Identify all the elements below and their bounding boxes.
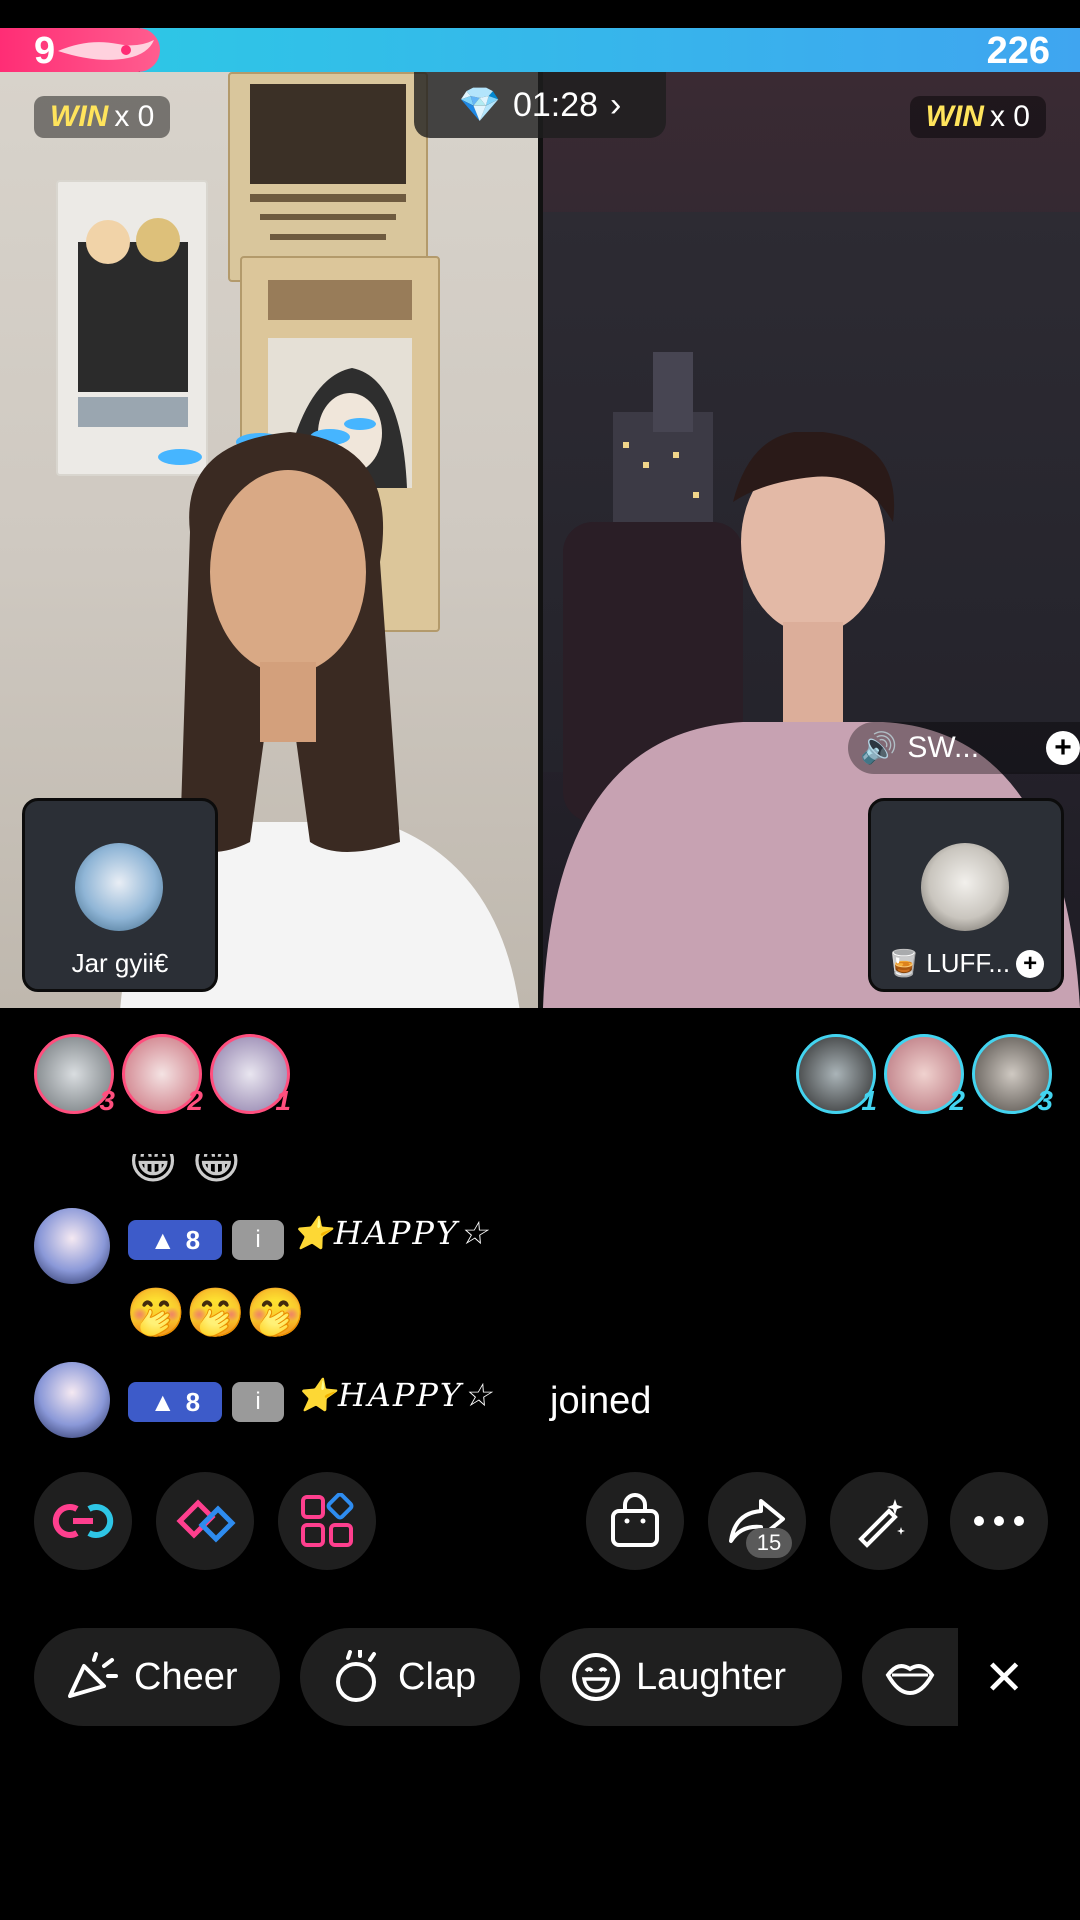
left-supporter-3[interactable]: 3	[34, 1034, 115, 1116]
chat-username[interactable]: ⭐HAPPY☆	[296, 1376, 494, 1414]
right-supporter-3[interactable]: 3	[972, 1034, 1053, 1116]
speaker-icon: 🔊	[860, 731, 898, 765]
left-host-video[interactable]: Jar gyii€	[0, 72, 538, 1008]
level-badge: ▲ 8	[128, 1382, 222, 1422]
right-guest-name: 🥃 LUFF... +	[871, 948, 1061, 979]
sound-label: SW...	[907, 731, 980, 764]
level-triangle-icon: ▲	[149, 1386, 176, 1417]
chat-emoji-fragment: 😁 😁	[128, 1136, 242, 1182]
effects-button[interactable]	[830, 1472, 928, 1570]
chat-avatar[interactable]	[34, 1362, 110, 1438]
apps-button[interactable]	[278, 1472, 376, 1570]
more-button[interactable]	[950, 1472, 1048, 1570]
lips-icon	[885, 1664, 935, 1696]
clap-chip[interactable]: Clap	[300, 1628, 520, 1726]
fan-heart-badge: i	[232, 1220, 284, 1260]
chat-username[interactable]: ⭐HAPPY☆	[292, 1214, 490, 1252]
left-win-badge: WIN x 0	[34, 96, 171, 138]
level-badge: ▲ 8	[128, 1220, 222, 1260]
clap-icon	[336, 1650, 376, 1702]
cheer-label: Cheer	[134, 1655, 238, 1698]
clap-label: Clap	[398, 1655, 477, 1698]
left-guest-name: Jar gyii€	[71, 948, 169, 978]
wanted-poster-top	[228, 72, 428, 282]
chevron-right-icon: ›	[610, 85, 622, 124]
right-team-score-fill	[140, 28, 1080, 72]
left-supporter-2[interactable]: 2	[122, 1034, 203, 1116]
right-team-score: 226	[986, 30, 1050, 72]
more-icon	[974, 1516, 1024, 1526]
lips-chip[interactable]	[862, 1628, 958, 1726]
left-team-score: 9	[34, 30, 56, 72]
battle-timer[interactable]: 💎 01:28 ›	[414, 72, 666, 138]
right-host-video[interactable]: 🔊 SW... + 🥃 LUFF... +	[543, 72, 1080, 1008]
right-supporter-2[interactable]: 2	[884, 1034, 965, 1116]
streak-flame-icon	[58, 40, 154, 60]
close-reactions-button[interactable]: ✕	[984, 1650, 1024, 1706]
left-guest-avatar	[75, 843, 163, 931]
left-supporter-1[interactable]: 1	[210, 1034, 291, 1116]
right-win-badge: WIN x 0	[909, 96, 1046, 138]
laughter-icon	[572, 1653, 620, 1701]
left-guest-card[interactable]: Jar gyii€	[22, 798, 218, 992]
right-guest-card[interactable]: 🥃 LUFF... +	[868, 798, 1064, 992]
right-guest-follow-icon[interactable]: +	[1016, 949, 1045, 978]
chat-joined-text: joined	[550, 1380, 652, 1422]
cheer-chip[interactable]: Cheer	[34, 1628, 280, 1726]
share-count-badge: 15	[746, 1528, 792, 1558]
shopping-bag-icon	[611, 1493, 659, 1547]
shop-button[interactable]	[586, 1472, 684, 1570]
battle-button[interactable]	[156, 1472, 254, 1570]
battle-gloves-icon	[176, 1499, 236, 1543]
chat-avatar[interactable]	[34, 1208, 110, 1284]
link-icon	[52, 1504, 114, 1538]
chat-message: 🤭🤭🤭	[126, 1287, 306, 1340]
right-guest-avatar	[921, 843, 1009, 931]
magic-wand-icon	[858, 1499, 905, 1548]
level-triangle-icon: ▲	[149, 1224, 176, 1255]
fan-heart-badge: i	[232, 1382, 284, 1422]
laughter-label: Laughter	[636, 1655, 787, 1698]
cheer-icon	[68, 1652, 118, 1698]
glass-icon: 🥃	[887, 948, 921, 978]
timer-value: 01:28	[512, 85, 599, 124]
diamond-icon: 💎	[458, 86, 501, 124]
apps-grid-icon	[301, 1493, 354, 1547]
sound-pill[interactable]: 🔊 SW... +	[848, 722, 1080, 774]
laughter-chip[interactable]: Laughter	[540, 1628, 842, 1726]
link-button[interactable]	[34, 1472, 132, 1570]
right-supporter-1[interactable]: 1	[796, 1034, 877, 1116]
follow-plus-icon[interactable]: +	[1046, 731, 1080, 765]
battle-score-bar	[0, 28, 1080, 72]
